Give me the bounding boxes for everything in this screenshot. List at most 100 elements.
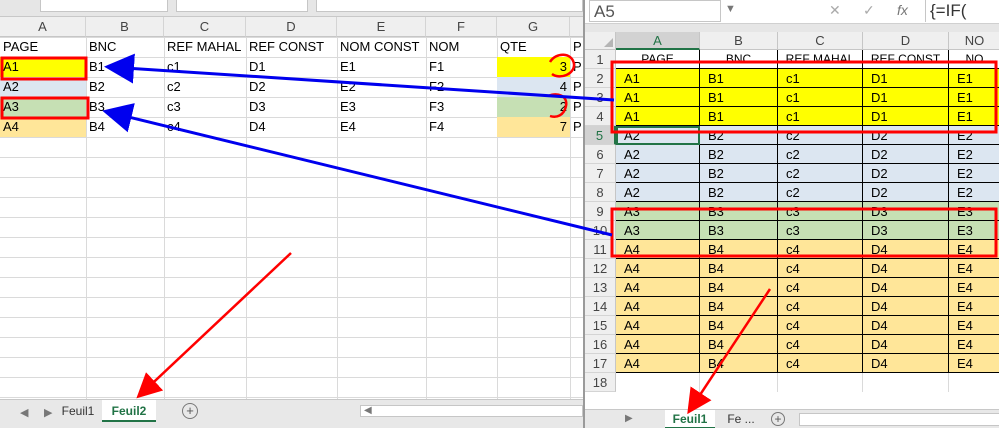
left-header-cell[interactable]: BNC [86, 37, 164, 57]
right-data-cell[interactable]: B4 [700, 354, 778, 373]
right-data-cell[interactable]: A4 [616, 316, 700, 335]
right-data-cell[interactable]: c2 [778, 183, 863, 202]
right-data-cell[interactable]: B1 [700, 107, 778, 126]
right-data-cell[interactable]: D4 [863, 240, 949, 259]
right-data-cell[interactable]: D4 [863, 259, 949, 278]
left-formula-input[interactable] [316, 0, 583, 12]
right-data-cell[interactable]: D4 [863, 335, 949, 354]
right-tab-next-icon[interactable]: ▶ [625, 413, 633, 424]
right-row-header[interactable]: 7 [585, 164, 616, 183]
right-data-cell[interactable]: E4 [949, 278, 999, 297]
right-data-cell[interactable]: c2 [778, 145, 863, 164]
right-data-cell[interactable]: c4 [778, 240, 863, 259]
left-data-cell[interactable]: D3 [246, 97, 337, 117]
right-data-cell[interactable]: B4 [700, 316, 778, 335]
right-data-cell[interactable]: E1 [949, 88, 999, 107]
right-data-cell[interactable]: E3 [949, 221, 999, 240]
right-row-header[interactable]: 3 [585, 88, 616, 107]
right-header-cell[interactable]: PAGE [616, 50, 700, 69]
left-data-cell[interactable]: F4 [426, 117, 497, 137]
right-data-cell[interactable]: D1 [863, 69, 949, 88]
right-data-cell[interactable]: B4 [700, 335, 778, 354]
right-data-cell[interactable]: c2 [778, 126, 863, 145]
right-row-header[interactable]: 16 [585, 335, 616, 354]
tab-next-icon[interactable]: ▶ [44, 406, 52, 419]
right-data-cell[interactable]: c1 [778, 107, 863, 126]
left-formula-box[interactable] [176, 0, 308, 12]
select-all-corner[interactable] [585, 32, 616, 50]
right-data-cell[interactable]: D4 [863, 354, 949, 373]
right-data-cell[interactable]: c3 [778, 221, 863, 240]
right-data-cell[interactable]: D4 [863, 278, 949, 297]
right-data-cell[interactable]: B2 [700, 164, 778, 183]
left-data-cell[interactable]: F1 [426, 57, 497, 77]
left-column-header[interactable]: A [0, 17, 86, 37]
right-data-cell[interactable]: A3 [616, 221, 700, 240]
right-data-cell[interactable]: E1 [949, 69, 999, 88]
right-data-cell[interactable]: E4 [949, 354, 999, 373]
right-data-cell[interactable]: A1 [616, 88, 700, 107]
right-data-cell[interactable]: A4 [616, 278, 700, 297]
right-header-cell[interactable]: BNC [700, 50, 778, 69]
left-data-cell[interactable]: D2 [246, 77, 337, 97]
right-row-header[interactable]: 14 [585, 297, 616, 316]
right-data-cell[interactable]: c2 [778, 164, 863, 183]
left-header-cell[interactable]: PAGE [0, 37, 86, 57]
left-data-cell[interactable]: 7 [497, 117, 570, 137]
right-data-cell[interactable]: E2 [949, 183, 999, 202]
left-column-header[interactable]: C [164, 17, 246, 37]
left-header-cell[interactable]: REF CONST [246, 37, 337, 57]
right-empty-cell[interactable] [949, 373, 999, 392]
left-name-box[interactable] [40, 0, 168, 12]
right-data-cell[interactable]: c1 [778, 69, 863, 88]
right-column-header[interactable]: D [863, 32, 949, 50]
right-data-cell[interactable]: B2 [700, 126, 778, 145]
left-data-cell[interactable]: E2 [337, 77, 426, 97]
right-data-cell[interactable]: B1 [700, 69, 778, 88]
right-data-cell[interactable]: B4 [700, 297, 778, 316]
right-data-cell[interactable]: E2 [949, 164, 999, 183]
right-data-cell[interactable]: E2 [949, 145, 999, 164]
right-data-cell[interactable]: D3 [863, 221, 949, 240]
left-column-header[interactable]: F [426, 17, 497, 37]
right-data-cell[interactable]: c4 [778, 297, 863, 316]
right-data-cell[interactable]: B1 [700, 88, 778, 107]
tab-prev-icon[interactable]: ◀ [20, 406, 28, 419]
right-data-cell[interactable]: E4 [949, 335, 999, 354]
left-horizontal-scrollbar[interactable]: ◀ [360, 405, 583, 417]
right-row-header[interactable]: 11 [585, 240, 616, 259]
right-data-cell[interactable]: B4 [700, 240, 778, 259]
right-data-cell[interactable]: A1 [616, 69, 700, 88]
left-column-header[interactable]: E [337, 17, 426, 37]
right-data-cell[interactable]: A2 [616, 183, 700, 202]
right-empty-cell[interactable] [863, 373, 949, 392]
left-data-cell[interactable]: P [570, 57, 583, 77]
left-column-header-partial[interactable] [570, 17, 583, 37]
name-box-dropdown-icon[interactable]: ▼ [725, 3, 736, 15]
right-header-cell[interactable]: REF MAHAL [778, 50, 863, 69]
right-data-cell[interactable]: E4 [949, 316, 999, 335]
name-box[interactable]: A5 [589, 0, 721, 22]
left-data-cell[interactable]: E4 [337, 117, 426, 137]
left-data-cell[interactable]: 4 [497, 77, 570, 97]
right-data-cell[interactable]: A4 [616, 297, 700, 316]
left-data-cell[interactable]: B4 [86, 117, 164, 137]
right-data-cell[interactable]: D2 [863, 164, 949, 183]
right-data-cell[interactable]: D2 [863, 145, 949, 164]
right-data-cell[interactable]: D4 [863, 316, 949, 335]
right-empty-cell[interactable] [700, 373, 778, 392]
left-data-cell[interactable]: F2 [426, 77, 497, 97]
left-data-cell[interactable]: c2 [164, 77, 246, 97]
right-header-cell[interactable]: REF CONST [863, 50, 949, 69]
left-header-cell[interactable]: NOM CONST [337, 37, 426, 57]
right-data-cell[interactable]: c1 [778, 88, 863, 107]
left-data-cell[interactable]: c4 [164, 117, 246, 137]
right-empty-cell[interactable] [778, 373, 863, 392]
right-row-header[interactable]: 15 [585, 316, 616, 335]
right-data-cell[interactable]: D2 [863, 183, 949, 202]
left-header-cell[interactable]: P [570, 37, 583, 57]
cancel-icon[interactable]: ✕ [829, 2, 841, 19]
right-data-cell[interactable]: c4 [778, 316, 863, 335]
right-data-cell[interactable]: D1 [863, 107, 949, 126]
left-data-cell[interactable]: c1 [164, 57, 246, 77]
